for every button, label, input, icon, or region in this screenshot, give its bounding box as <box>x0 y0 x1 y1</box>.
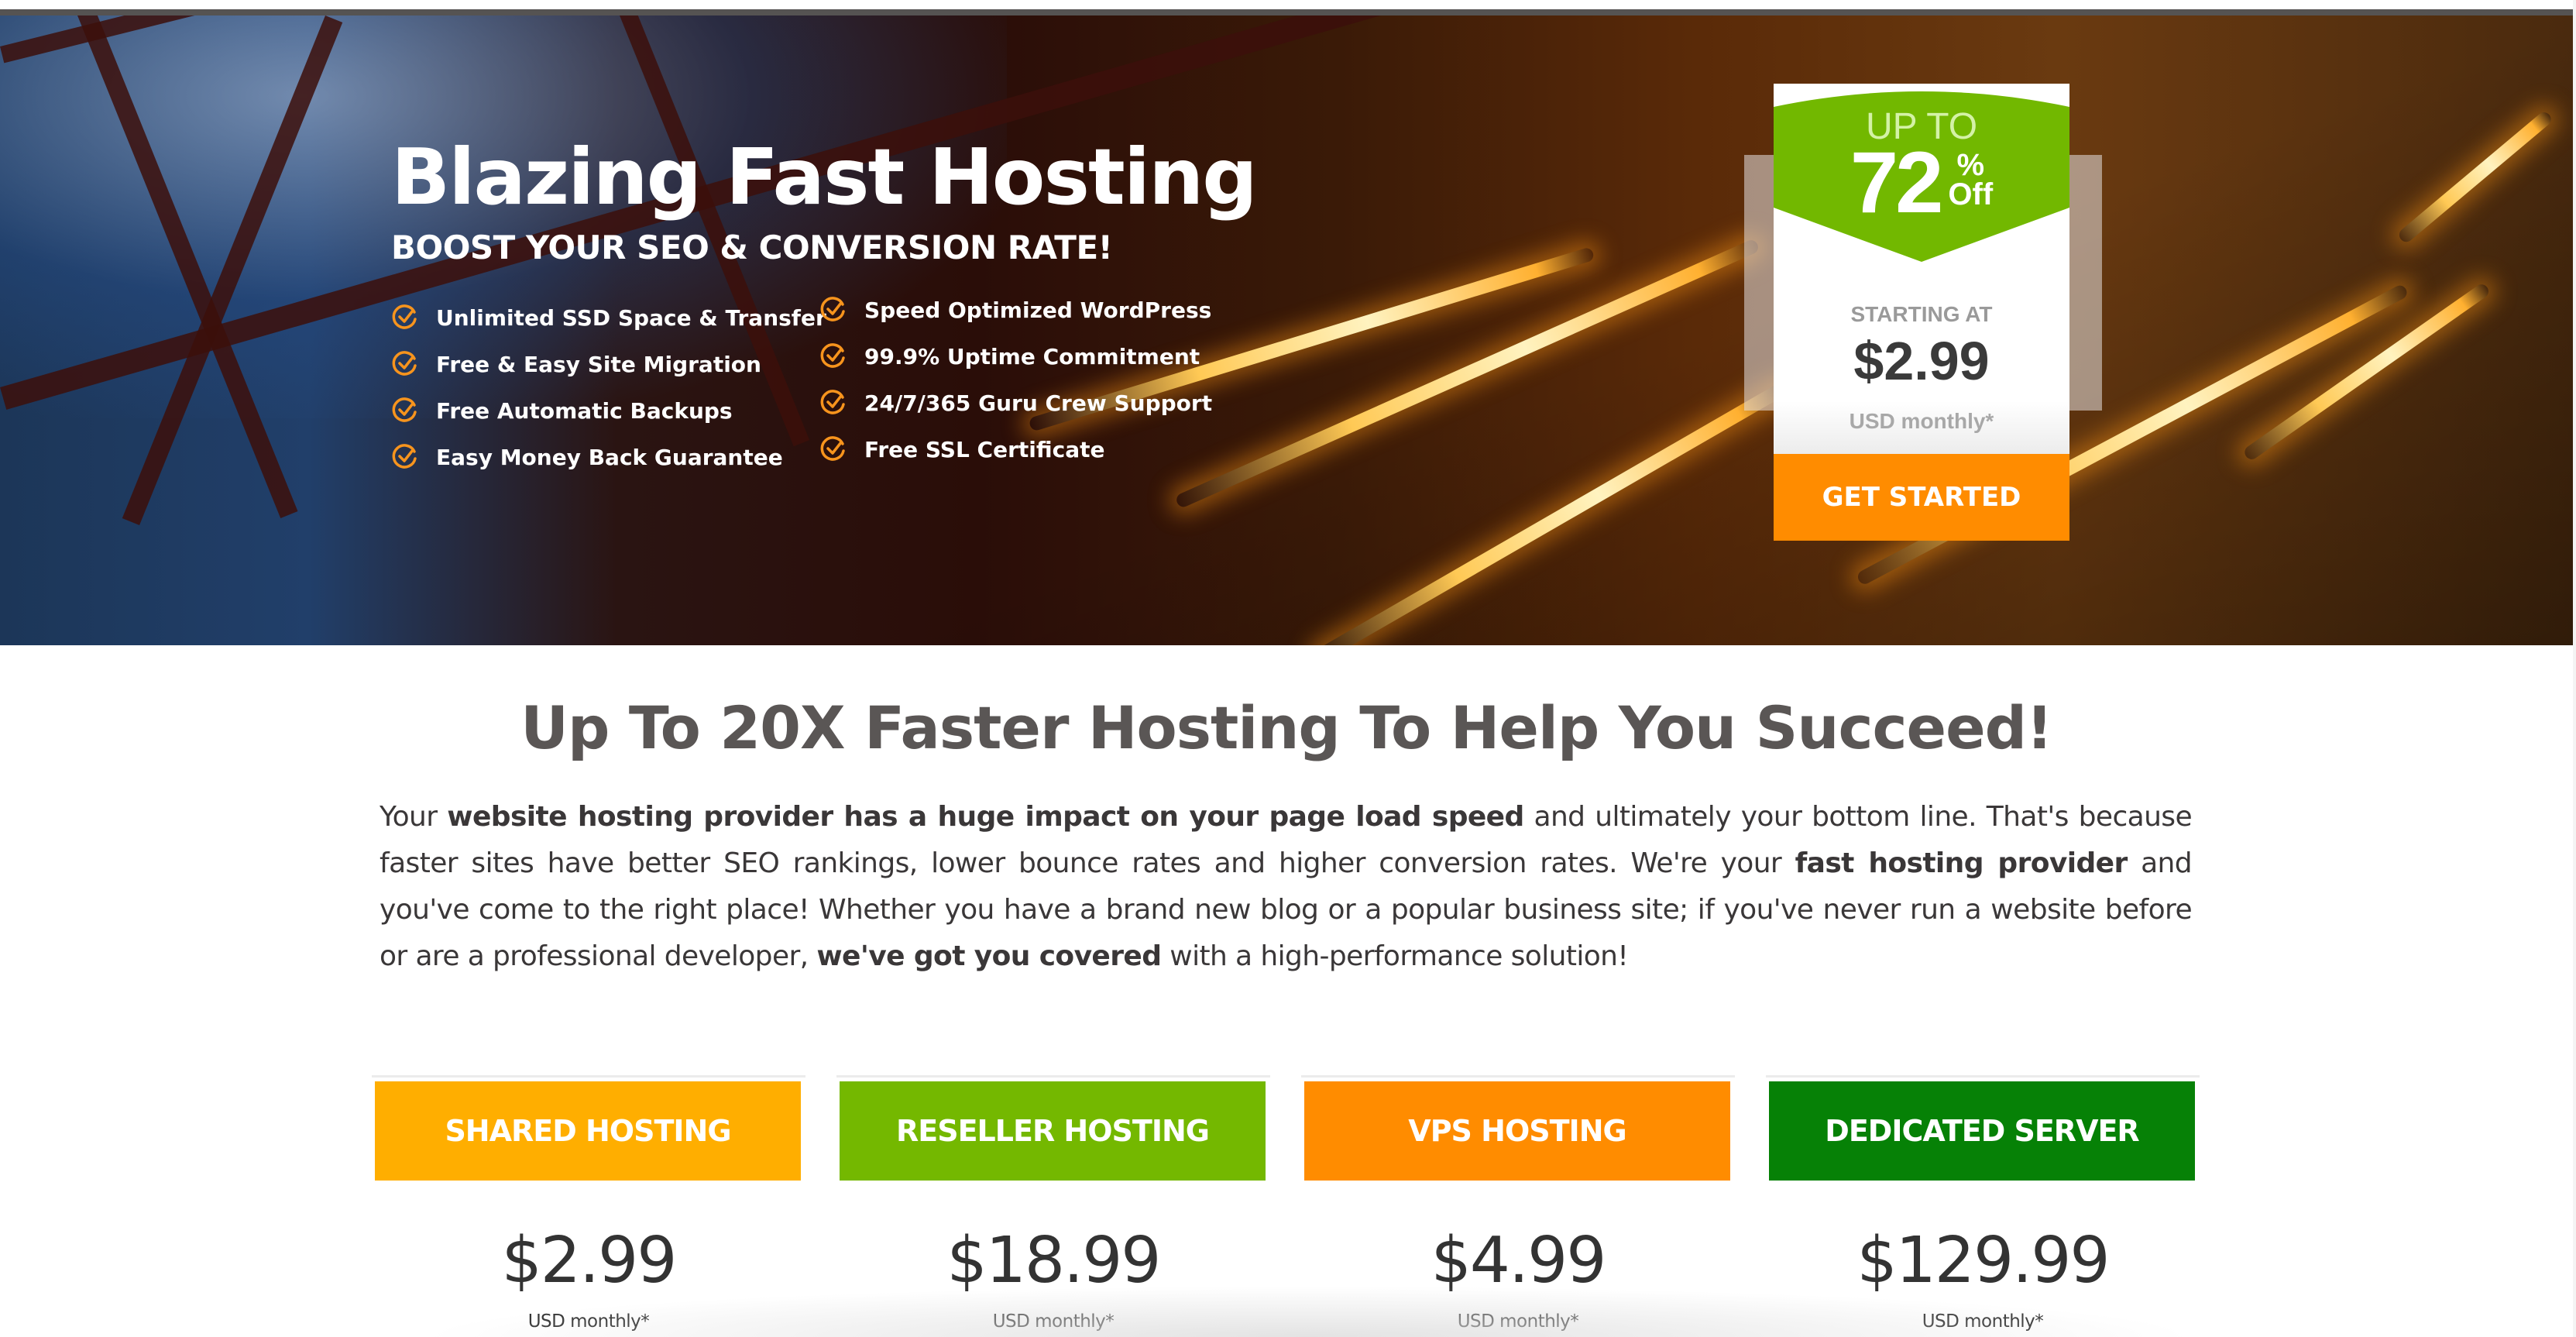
hero-title: Blazing Fast Hosting <box>391 132 1258 222</box>
hero-light-streak <box>2396 109 2554 245</box>
intro-paragraph: Your website hosting provider has a huge… <box>380 794 2193 980</box>
feature-item: Speed Optimized WordPress <box>819 287 1212 333</box>
hero-subtitle: BOOST YOUR SEO & CONVERSION RATE! <box>391 229 1113 266</box>
circle-check-icon <box>820 343 845 368</box>
circle-check-icon <box>820 297 845 321</box>
feature-label: Free Automatic Backups <box>436 397 733 424</box>
promo-discount: 72 % Off <box>1774 139 2069 226</box>
feature-label: Free SSL Certificate <box>864 436 1105 462</box>
promo-percent-sign: % <box>1956 148 1985 182</box>
circle-check-icon <box>392 304 417 329</box>
feature-label: Easy Money Back Guarantee <box>436 444 783 470</box>
promo-price: $2.99 <box>1853 331 1990 391</box>
plan-header-button[interactable]: DEDICATED SERVER <box>1769 1081 2195 1181</box>
promo-starting-at: STARTING AT <box>1850 302 1993 326</box>
intro-emphasis: website hosting provider has a huge impa… <box>447 801 1524 833</box>
circle-check-icon <box>820 436 845 461</box>
plan-header-button[interactable]: SHARED HOSTING <box>375 1081 801 1181</box>
plan-header-button[interactable]: VPS HOSTING <box>1304 1081 1730 1181</box>
plan-header-button[interactable]: RESELLER HOSTING <box>840 1081 1266 1181</box>
feature-item: Easy Money Back Guarantee <box>391 434 826 480</box>
feature-label: Unlimited SSD Space & Transfer <box>436 304 826 331</box>
feature-label: Speed Optimized WordPress <box>864 297 1212 323</box>
feature-list-left: Unlimited SSD Space & Transfer Free & Ea… <box>391 294 826 480</box>
feature-item: 24/7/365 Guru Crew Support <box>819 380 1212 426</box>
feature-label: 24/7/365 Guru Crew Support <box>864 390 1213 416</box>
hero-light-streak <box>1174 238 1760 510</box>
circle-check-icon <box>820 390 845 414</box>
intro-emphasis: we've got you covered <box>816 940 1162 972</box>
page-scrollbar-track[interactable] <box>2573 0 2576 1337</box>
feature-item: Free Automatic Backups <box>391 387 826 434</box>
intro-text: Your <box>380 801 448 833</box>
get-started-button[interactable]: GET STARTED <box>1774 454 2069 541</box>
promo-discount-value: 72 <box>1850 134 1944 231</box>
feature-label: 99.9% Uptime Commitment <box>864 343 1200 369</box>
promo-card: UP TO 72 % Off STARTING AT $2.99 USD mon… <box>1774 84 2069 548</box>
bottom-shadow <box>418 1286 2200 1337</box>
circle-check-icon <box>392 444 417 469</box>
feature-item: Free SSL Certificate <box>819 426 1212 473</box>
hero-light-streak <box>1313 380 1790 645</box>
feature-item: 99.9% Uptime Commitment <box>819 333 1212 380</box>
intro-emphasis: fast hosting provider <box>1795 847 2128 879</box>
circle-check-icon <box>392 351 417 376</box>
feature-item: Free & Easy Site Migration <box>391 341 826 387</box>
feature-list-right: Speed Optimized WordPress 99.9% Uptime C… <box>819 287 1212 473</box>
feature-item: Unlimited SSD Space & Transfer <box>391 294 826 341</box>
promo-off-label: Off <box>1948 177 1994 211</box>
intro-text: with a high-performance solution! <box>1161 940 1629 972</box>
browser-top-bar <box>0 9 2573 15</box>
promo-period: USD monthly* <box>1849 409 1994 433</box>
circle-check-icon <box>392 397 417 422</box>
section-title: Up To 20X Faster Hosting To Help You Suc… <box>520 693 2052 762</box>
feature-label: Free & Easy Site Migration <box>436 351 761 377</box>
hero-banner <box>0 15 2573 645</box>
